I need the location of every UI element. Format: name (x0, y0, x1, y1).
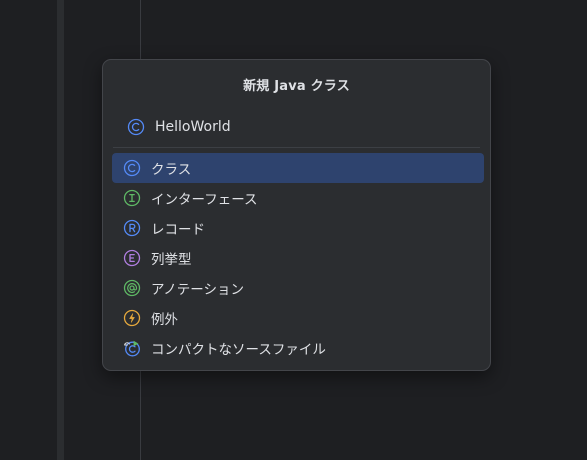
kind-item-label: クラス (151, 162, 192, 178)
enum-icon (123, 249, 141, 267)
kind-item-label: インターフェース (151, 192, 258, 208)
record-icon (123, 219, 141, 237)
kind-list: クラス インターフェース レコード 列挙型 アノテーション 例外 コンパクトなソ… (112, 153, 484, 363)
new-java-class-dialog: 新規 Java クラス クラス (102, 59, 491, 371)
kind-item-label: コンパクトなソースファイル (151, 342, 326, 358)
kind-item-compact-source-file[interactable]: コンパクトなソースファイル (112, 333, 484, 363)
class-icon (123, 159, 141, 177)
compact-source-file-icon (123, 339, 141, 357)
kind-item-label: レコード (151, 222, 205, 238)
kind-item-record[interactable]: レコード (112, 213, 484, 243)
kind-item-label: 例外 (151, 312, 178, 328)
kind-item-label: 列挙型 (151, 252, 192, 268)
editor-gutter (57, 0, 64, 460)
interface-icon (123, 189, 141, 207)
class-name-input[interactable] (155, 117, 455, 137)
kind-item-annotation[interactable]: アノテーション (112, 273, 484, 303)
exception-icon (123, 309, 141, 327)
annotation-icon (123, 279, 141, 297)
kind-item-enum[interactable]: 列挙型 (112, 243, 484, 273)
kind-item-label: アノテーション (151, 282, 245, 298)
dialog-divider (113, 147, 480, 148)
kind-item-exception[interactable]: 例外 (112, 303, 484, 333)
dialog-title: 新規 Java クラス (243, 79, 350, 94)
kind-item-interface[interactable]: インターフェース (112, 183, 484, 213)
class-icon (127, 118, 145, 136)
kind-item-class[interactable]: クラス (112, 153, 484, 183)
class-name-row (127, 116, 455, 138)
